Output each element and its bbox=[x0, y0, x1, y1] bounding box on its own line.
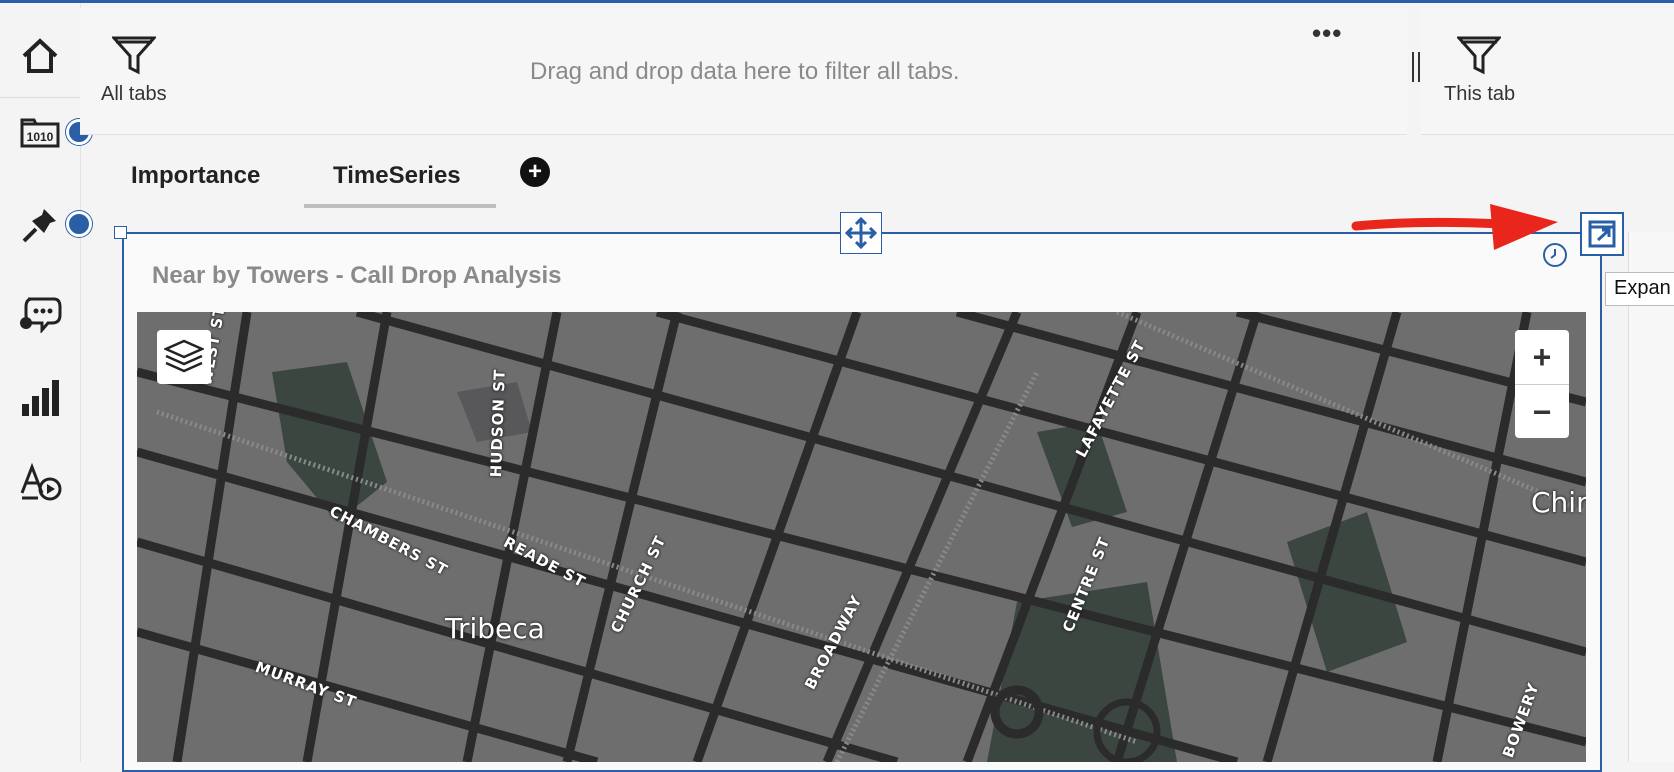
add-tab-button[interactable]: + bbox=[520, 157, 550, 187]
conversation-icon bbox=[20, 297, 62, 333]
assistant-button[interactable] bbox=[0, 283, 80, 343]
data-source-icon: 1010 bbox=[20, 118, 60, 148]
svg-text:1010: 1010 bbox=[27, 130, 54, 144]
animation-icon bbox=[20, 463, 62, 501]
home-button[interactable] bbox=[0, 15, 80, 98]
this-tab-label: This tab bbox=[1444, 83, 1516, 105]
filter-panel-resizer[interactable] bbox=[1412, 52, 1420, 82]
zoom-in-button[interactable]: + bbox=[1515, 330, 1569, 385]
resize-handle[interactable] bbox=[114, 226, 127, 239]
expand-icon bbox=[1588, 220, 1616, 248]
more-options-button[interactable]: ••• bbox=[1312, 18, 1342, 49]
chart-icon bbox=[22, 380, 59, 416]
map-label-hudson-st: HUDSON ST bbox=[487, 368, 509, 478]
active-tab-indicator bbox=[304, 204, 496, 208]
filter-drop-hint: Drag and drop data here to filter all ta… bbox=[530, 58, 960, 85]
filter-icon bbox=[1457, 36, 1501, 75]
layers-icon bbox=[164, 339, 204, 373]
left-nav-rail: 1010 bbox=[0, 3, 92, 762]
pins-button[interactable] bbox=[0, 195, 92, 255]
widget-title: Near by Towers - Call Drop Analysis bbox=[152, 262, 562, 289]
data-sources-button[interactable]: 1010 bbox=[0, 103, 92, 163]
home-icon bbox=[22, 38, 58, 73]
all-tabs-filter-bar[interactable]: All tabs Drag and drop data here to filt… bbox=[80, 8, 1407, 135]
all-tabs-label: All tabs bbox=[101, 83, 167, 105]
filter-icon bbox=[112, 36, 156, 75]
right-side-panel bbox=[1628, 232, 1674, 762]
map-zoom-control: + − bbox=[1515, 330, 1569, 438]
map-layers-button[interactable] bbox=[157, 330, 211, 384]
pins-status-dot bbox=[66, 211, 92, 237]
map-label-chin: Chin bbox=[1531, 486, 1586, 519]
annotation-arrow-icon bbox=[1351, 204, 1558, 250]
zoom-out-button[interactable]: − bbox=[1515, 385, 1569, 439]
move-icon bbox=[845, 217, 877, 249]
tab-timeseries[interactable]: TimeSeries bbox=[333, 162, 461, 190]
pin-icon bbox=[22, 209, 56, 243]
map-canvas[interactable]: WEST ST HUDSON ST LAFAYETTE ST CHAMBERS … bbox=[137, 312, 1586, 762]
tab-importance[interactable]: Importance bbox=[131, 162, 260, 190]
move-handle[interactable] bbox=[840, 212, 882, 254]
stories-button[interactable] bbox=[0, 453, 80, 513]
this-tab-filter-bar[interactable]: This tab bbox=[1421, 8, 1674, 135]
map-label-tribeca: Tribeca bbox=[445, 612, 545, 645]
visualizations-button[interactable] bbox=[0, 368, 80, 428]
expand-tooltip: Expan bbox=[1605, 272, 1674, 306]
top-accent-line bbox=[0, 0, 1674, 3]
expand-button[interactable] bbox=[1580, 212, 1624, 256]
